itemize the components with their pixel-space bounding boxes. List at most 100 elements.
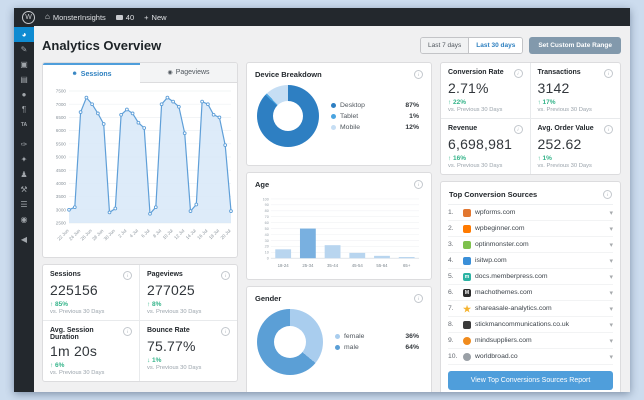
svg-text:30 Jun: 30 Jun: [103, 228, 117, 242]
column-right: Conversion Rate i 2.71% ↑ 22% vs. Previous 3…: [440, 62, 621, 392]
sidebar-item-plugins[interactable]: ✦: [14, 152, 34, 167]
source-row[interactable]: 2. wpbeginner.com ▾: [448, 221, 613, 237]
info-icon[interactable]: i: [513, 69, 523, 78]
legend-label: Desktop: [340, 101, 365, 109]
last-30-days-button[interactable]: Last 30 days: [468, 37, 523, 53]
wp-admin-window: W ⌂ MonsterInsights 40 + New ◕ ✎ ▣ ▤ ● ¶ TA ✑ ✦ ♟…: [14, 8, 630, 392]
sidebar-item-comments[interactable]: ●: [14, 87, 34, 102]
wordpress-logo-icon[interactable]: W: [22, 10, 35, 24]
chevron-down-icon[interactable]: ▾: [609, 225, 613, 233]
source-domain: shareasale-analytics.com: [475, 305, 552, 312]
sidebar-item-tools[interactable]: ⚒: [14, 182, 34, 197]
chevron-down-icon[interactable]: ▾: [609, 257, 613, 265]
svg-text:6500: 6500: [56, 115, 67, 120]
source-domain: stickmancommunications.co.uk: [475, 321, 570, 328]
source-row[interactable]: 8. stickmancommunications.co.uk ▾: [448, 317, 613, 333]
comments-count: 40: [125, 12, 135, 22]
line-area-fill: [69, 97, 231, 223]
chevron-down-icon[interactable]: ▾: [609, 289, 613, 297]
tab-pageviews-label: Pageviews: [175, 69, 210, 76]
stat-label: Transactions: [537, 69, 581, 76]
chevron-down-icon[interactable]: ▾: [609, 337, 613, 345]
tab-sessions-label: Sessions: [80, 70, 112, 78]
info-icon[interactable]: i: [414, 180, 423, 189]
info-icon[interactable]: i: [513, 125, 523, 134]
stat-card-header: Bounce Rate i: [147, 327, 230, 336]
set-custom-date-range-button[interactable]: Set Custom Date Range: [529, 36, 621, 54]
chevron-down-icon[interactable]: ▾: [609, 321, 613, 329]
traffic-stat-card: Sessions i 225156 ↑ 85% vs. Previous 30 Days: [43, 265, 140, 321]
sidebar-item-media[interactable]: ▣: [14, 57, 34, 72]
sidebar-item-forms[interactable]: ¶: [14, 102, 34, 117]
source-row[interactable]: 6. Mmachothemes.com ▾: [448, 285, 613, 301]
svg-text:50: 50: [265, 227, 269, 231]
source-rank: 7.: [448, 305, 454, 312]
sidebar-item-collapse[interactable]: ◀: [14, 232, 34, 247]
media-icon: ▣: [20, 60, 28, 69]
chevron-down-icon[interactable]: ▾: [609, 353, 613, 361]
info-icon[interactable]: i: [604, 125, 613, 134]
source-row[interactable]: 1. wpforms.com ▾: [448, 205, 613, 221]
device-donut-chart: [257, 85, 319, 147]
source-row[interactable]: 3. optinmonster.com ▾: [448, 237, 613, 253]
new-menu[interactable]: + New: [144, 13, 166, 22]
legend-value: 36%: [405, 333, 419, 340]
svg-text:2500: 2500: [56, 221, 67, 226]
source-row[interactable]: 9. mindsuppliers.com ▾: [448, 333, 613, 349]
comments-menu[interactable]: 40: [115, 12, 135, 22]
sidebar-item-monsterinsights[interactable]: ◉: [14, 212, 34, 227]
sidebar-item-users[interactable]: ♟: [14, 167, 34, 182]
legend-label: Tablet: [340, 112, 359, 120]
sidebar-item-settings[interactable]: ☰: [14, 197, 34, 212]
svg-text:6000: 6000: [56, 128, 67, 133]
chevron-down-icon[interactable]: ▾: [609, 241, 613, 249]
ecommerce-stats-grid: Conversion Rate i 2.71% ↑ 22% vs. Previous 3…: [440, 62, 621, 175]
svg-text:0: 0: [267, 257, 269, 261]
forms-icon: ¶: [21, 105, 27, 114]
sidebar-item-appearance[interactable]: ✑: [14, 137, 34, 152]
info-icon[interactable]: i: [123, 327, 132, 336]
svg-text:100: 100: [263, 197, 269, 201]
info-icon[interactable]: i: [221, 271, 230, 280]
info-icon[interactable]: i: [414, 70, 423, 79]
tab-pageviews[interactable]: ◉ Pageviews: [140, 63, 237, 83]
sidebar-item-posts[interactable]: ✎: [14, 42, 34, 57]
sidebar-item-dashboard[interactable]: ◕: [14, 27, 34, 42]
site-menu[interactable]: ⌂ MonsterInsights: [45, 13, 106, 22]
source-row[interactable]: 7. ★ shareasale-analytics.com ▾: [448, 301, 613, 317]
chevron-down-icon[interactable]: ▾: [609, 305, 613, 313]
legend-row: male 64%: [335, 344, 419, 351]
source-domain: wpbeginner.com: [475, 225, 525, 232]
source-row[interactable]: 4. isitwp.com ▾: [448, 253, 613, 269]
stat-change: ↑ 16%: [448, 155, 467, 162]
sidebar-item-pages[interactable]: ▤: [14, 72, 34, 87]
legend-row: Tablet 1%: [331, 113, 419, 120]
info-icon[interactable]: i: [604, 69, 613, 78]
legend-value: 12%: [405, 123, 419, 131]
chevron-down-icon[interactable]: ▾: [609, 209, 613, 217]
legend-row: Mobile 12%: [331, 124, 419, 131]
info-icon[interactable]: i: [414, 294, 423, 303]
source-row[interactable]: 10. worldbroad.co ▾: [448, 349, 613, 365]
source-row[interactable]: 5. m docs.memberpress.com ▾: [448, 269, 613, 285]
view-top-conversions-report-button[interactable]: View Top Conversions Sources Report: [448, 371, 613, 390]
stat-value: 277025: [147, 282, 195, 298]
eye-icon: ◉: [167, 70, 173, 76]
svg-text:24 Jun: 24 Jun: [68, 228, 82, 242]
source-domain: optinmonster.com: [475, 241, 529, 248]
last-7-days-button[interactable]: Last 7 days: [421, 37, 469, 53]
tab-sessions[interactable]: ☻ Sessions: [43, 63, 140, 83]
sidebar-item-ta-plugin[interactable]: TA: [14, 117, 34, 132]
users-icon: ♟: [20, 170, 28, 179]
chevron-down-icon[interactable]: ▾: [609, 273, 613, 281]
age-bar: [275, 249, 292, 259]
svg-text:2 Jul: 2 Jul: [117, 228, 127, 238]
legend-value: 87%: [405, 101, 419, 109]
stat-card-header: Avg. Order Value i: [538, 125, 613, 134]
info-icon[interactable]: i: [221, 327, 230, 336]
info-icon[interactable]: i: [123, 271, 132, 280]
stat-value: 1m 20s: [50, 343, 98, 359]
info-icon[interactable]: i: [603, 190, 612, 199]
traffic-stat-card: Pageviews i 277025 ↑ 8% vs. Previous 30 Days: [140, 265, 237, 321]
source-rank: 3.: [448, 241, 454, 248]
